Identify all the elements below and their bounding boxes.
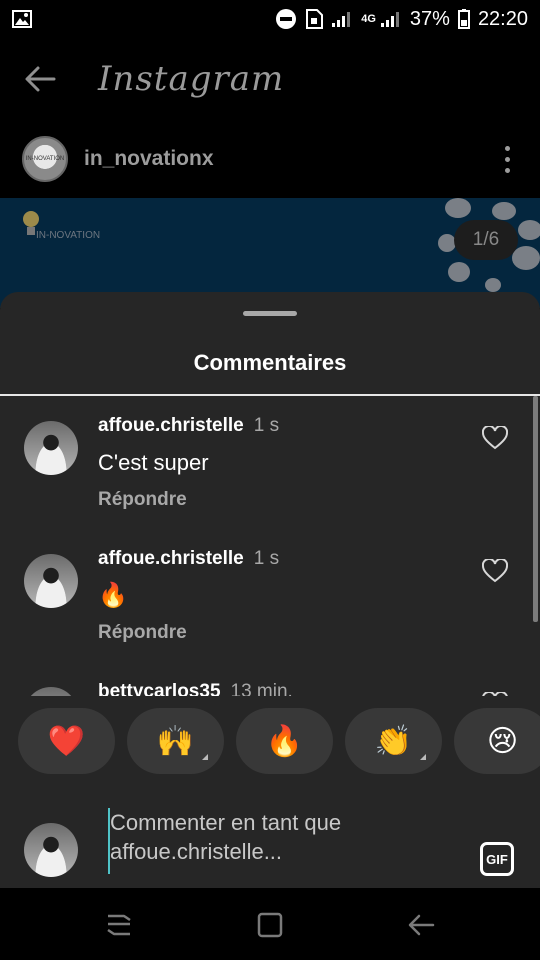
signal-icon [332, 12, 351, 27]
comment-username[interactable]: affoue.christelle [98, 548, 244, 569]
comments-sheet: Commentaires affoue.christelle 1 s C'est … [0, 292, 540, 888]
avatar-logo-text: IN-NOVATION [25, 156, 65, 162]
commenter-avatar[interactable] [24, 421, 78, 475]
comment-composer: Commenter en tant que affoue.christelle.… [0, 802, 540, 888]
reaction-emoji: 😢 [486, 723, 519, 759]
sheet-drag-handle[interactable] [243, 311, 297, 316]
status-bar: 4G 37% 22:20 [0, 0, 540, 38]
comment-username-line: affoue.christelle 1 s [98, 548, 279, 570]
reply-button[interactable]: Répondre [98, 489, 187, 511]
do-not-disturb-icon [276, 9, 297, 29]
comments-scrollbar[interactable] [533, 396, 538, 622]
decor-blob [512, 246, 540, 270]
comment-text: C'est super [98, 450, 209, 475]
comment-username-line: bettycarlos35 13 min. [98, 681, 293, 696]
skin-tone-indicator-icon [420, 754, 426, 760]
profile-avatar[interactable]: IN-NOVATION [22, 136, 68, 182]
comment-time: 13 min. [230, 681, 293, 696]
red-heart-reaction[interactable]: ❤️ [18, 708, 115, 774]
post-watermark-logo: IN-NOVATION [14, 206, 100, 245]
comment-item: affoue.christelle 1 s C'est super Répondr… [0, 396, 540, 526]
decor-blob [445, 198, 471, 218]
clock: 22:20 [477, 7, 528, 30]
post-watermark-text: IN-NOVATION [36, 230, 101, 241]
gif-button[interactable]: GIF [480, 842, 514, 876]
back-arrow-icon[interactable] [22, 61, 58, 97]
like-heart-icon[interactable] [482, 559, 508, 583]
back-nav-icon[interactable] [406, 910, 436, 940]
comment-username[interactable]: bettycarlos35 [98, 681, 221, 696]
commenter-avatar[interactable] [24, 554, 78, 608]
comment-item: affoue.christelle 1 s 🔥 Répondre [0, 529, 540, 659]
app-header: Instagram [0, 38, 540, 120]
comment-time: 1 s [253, 415, 280, 436]
comment-username[interactable]: affoue.christelle [98, 415, 244, 436]
comment-item: bettycarlos35 13 min. [0, 662, 540, 696]
crying-face-reaction[interactable]: 😢 [454, 708, 540, 774]
reaction-emoji: ❤️ [47, 723, 86, 759]
reply-button[interactable]: Répondre [98, 622, 187, 644]
like-heart-icon[interactable] [482, 692, 508, 696]
raising-hands-reaction[interactable]: 🙌 [127, 708, 224, 774]
comment-text: 🔥 [98, 582, 128, 609]
skin-tone-indicator-icon [202, 754, 208, 760]
reaction-emoji: 👏 [374, 723, 413, 759]
more-options-icon[interactable] [505, 145, 510, 173]
comment-username-line: affoue.christelle 1 s [98, 415, 279, 437]
network-type-label: 4G [361, 13, 376, 25]
reaction-emoji: 🔥 [265, 723, 304, 759]
post-header: IN-NOVATION in_novationx [0, 120, 540, 198]
gallery-notification-icon [12, 10, 32, 28]
decor-blob [518, 220, 540, 240]
comment-input[interactable]: Commenter en tant que affoue.christelle.… [108, 808, 448, 874]
carousel-counter: 1/6 [454, 220, 518, 260]
decor-blob [492, 202, 516, 220]
signal-icon-2 [380, 12, 399, 27]
clapping-hands-reaction[interactable]: 👏 [345, 708, 442, 774]
fire-reaction[interactable]: 🔥 [236, 708, 333, 774]
current-user-avatar [24, 823, 78, 877]
system-nav-bar [0, 888, 540, 960]
commenter-avatar[interactable] [24, 687, 78, 696]
decor-blob [485, 278, 501, 292]
comment-time: 1 s [253, 548, 280, 569]
profile-username[interactable]: in_novationx [84, 147, 505, 171]
sim-card-icon [306, 9, 324, 29]
reaction-emoji: 🙌 [156, 723, 195, 759]
sheet-title: Commentaires [193, 350, 347, 375]
battery-percent: 37% [409, 7, 450, 30]
decor-blob [448, 262, 470, 282]
home-icon[interactable] [255, 910, 285, 940]
recent-apps-icon[interactable] [104, 910, 134, 940]
comment-list[interactable]: affoue.christelle 1 s C'est super Répondr… [0, 396, 540, 696]
like-heart-icon[interactable] [482, 426, 508, 450]
quick-reactions-bar: ❤️ 🙌 🔥 👏 😢 [0, 708, 540, 776]
battery-icon [457, 9, 470, 29]
instagram-logo: Instagram [98, 59, 285, 99]
